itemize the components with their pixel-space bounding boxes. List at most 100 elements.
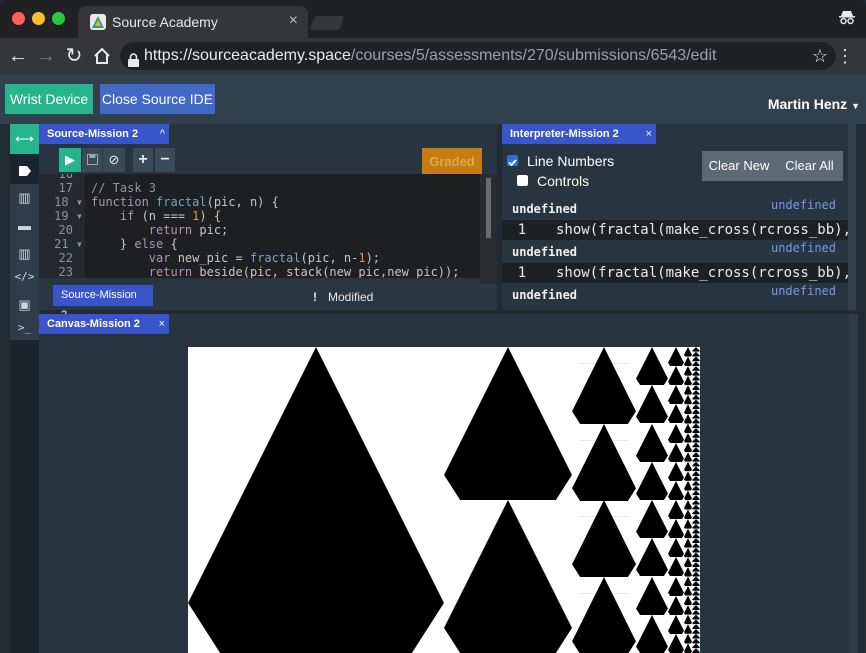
close-window-button[interactable] xyxy=(12,12,25,25)
map-icon[interactable]: ▥ xyxy=(10,184,39,212)
maximize-window-button[interactable] xyxy=(52,12,65,25)
fractal-tile xyxy=(692,629,700,634)
save-icon[interactable] xyxy=(82,148,102,172)
url-host: https://sourceacademy.space xyxy=(144,47,351,64)
expand-arrows-icon[interactable]: ⟷ xyxy=(10,124,39,154)
fractal-tile xyxy=(692,543,700,548)
code-editor[interactable]: 16 17 18 ▾ 19 ▾ 20 21 ▾ 22 23 // Task 3 function… xyxy=(39,174,480,278)
editor-panel: Source-Mission 2 ^ ▶ ⊘ + − Graded 16 17 18… xyxy=(39,124,497,321)
fractal-tile xyxy=(684,538,692,548)
user-name: Martin Henz xyxy=(767,96,848,112)
fractal-tile xyxy=(692,605,700,610)
code-line: // Task 3 xyxy=(91,181,157,195)
fractal-tile xyxy=(684,490,692,500)
terminal-icon[interactable]: >_ xyxy=(10,314,39,340)
code-lines: // Task 3 function fractal(pic, n) { if (… xyxy=(91,174,459,278)
chat-icon[interactable]: ▬ xyxy=(10,212,39,240)
repl-scrollbar[interactable] xyxy=(848,124,856,310)
tab-strip: Source Academy × xyxy=(0,0,866,38)
fractal-tile xyxy=(692,576,700,582)
fractal-tile xyxy=(692,643,700,649)
minus-button[interactable]: − xyxy=(155,148,175,172)
app-header: Wrist Device Close Source IDE Martin Hen… xyxy=(0,74,866,124)
editor-scroll-thumb[interactable] xyxy=(486,178,491,238)
browser-tab[interactable]: Source Academy × xyxy=(78,6,308,38)
fractal-tile xyxy=(692,557,700,563)
repl-result-value: undefined xyxy=(770,198,836,212)
line-number: 22 xyxy=(58,251,73,265)
fractal-tile xyxy=(692,581,700,587)
back-arrow-icon[interactable]: ← xyxy=(6,44,30,68)
minimize-window-button[interactable] xyxy=(32,12,45,25)
wrist-device-button[interactable]: Wrist Device xyxy=(5,84,93,114)
canvas-tab[interactable]: Canvas-Mission 2 × xyxy=(39,314,169,334)
fractal-tile xyxy=(684,366,692,376)
canvas-close-icon[interactable]: × xyxy=(159,314,165,334)
url-path: /courses/5/assessments/270/submissions/6… xyxy=(350,47,717,64)
collapse-icon[interactable]: ^ xyxy=(160,124,165,144)
repl-input-line: 1 show(fractal(make_cross(rcross_bb), xyxy=(502,263,848,283)
bookmark-star-icon[interactable]: ☆ xyxy=(812,42,828,70)
side-toolbar: ⟷ ▥ ▬ ▥ </> ▣ >_ xyxy=(10,124,39,653)
fractal-tile xyxy=(692,514,700,520)
tag-icon[interactable] xyxy=(10,157,39,185)
canvas-scrollbar[interactable] xyxy=(849,314,858,653)
close-source-ide-button[interactable]: Close Source IDE xyxy=(100,84,215,114)
fractal-tile xyxy=(692,351,700,357)
repl-input-line: 1 show(fractal(make_cross(rcross_bb), xyxy=(502,220,848,240)
line-number: 20 xyxy=(58,223,73,237)
canvas-panel: Canvas-Mission 2 × xyxy=(39,314,849,653)
address-bar[interactable]: https://sourceacademy.space/courses/5/as… xyxy=(120,42,836,70)
repl-tab[interactable]: Interpreter-Mission 2 × xyxy=(502,124,656,144)
fractal-tile xyxy=(692,476,700,481)
fractal-tile xyxy=(692,586,700,591)
fractal-tile xyxy=(684,347,692,357)
code-line: var new_pic = fractal(pic, n-1); xyxy=(148,251,381,265)
fractal-tile xyxy=(692,485,700,491)
plus-button[interactable]: + xyxy=(133,148,153,172)
source-academy-favicon-icon xyxy=(90,14,106,30)
clear-all-button[interactable]: Clear All xyxy=(776,151,843,181)
browser-menu-icon[interactable]: ⋮ xyxy=(836,44,854,68)
forward-arrow-icon[interactable]: → xyxy=(34,44,58,68)
fractal-tile xyxy=(692,509,700,515)
tab-close-icon[interactable]: × xyxy=(289,12,298,30)
fractal-tile xyxy=(692,423,700,429)
fractal-tile xyxy=(692,648,700,653)
browser-toolbar: ← → ↻ https://sourceacademy.space/course… xyxy=(0,38,866,74)
fractal-tile xyxy=(692,452,700,457)
run-button[interactable]: ▶ xyxy=(59,148,81,172)
line-numbers-checkbox[interactable] xyxy=(507,155,518,167)
fractal-tile xyxy=(684,633,692,644)
fractal-tile xyxy=(692,471,700,477)
editor-scrollbar[interactable] xyxy=(480,174,497,284)
reset-icon[interactable]: ⊘ xyxy=(103,148,125,172)
fractal-tile xyxy=(684,480,692,491)
new-tab-button[interactable] xyxy=(309,16,345,30)
fractal-tile xyxy=(684,566,692,577)
fractal-tile xyxy=(684,375,692,386)
user-menu[interactable]: Martin Henz ▼ xyxy=(768,96,860,112)
repl-close-icon[interactable]: × xyxy=(646,124,652,144)
fractal-tile xyxy=(692,566,700,572)
reload-icon[interactable]: ↻ xyxy=(62,44,86,68)
editor-tab-label: Source-Mission 2 xyxy=(47,128,139,140)
home-icon[interactable] xyxy=(90,44,114,68)
controls-checkbox[interactable] xyxy=(517,175,528,186)
fractal-tile xyxy=(692,394,700,400)
fractal-tile xyxy=(692,347,700,352)
fractal-tile xyxy=(684,586,692,596)
fractal-tile xyxy=(684,413,692,424)
fractal-tile xyxy=(692,619,700,625)
fractal-tile xyxy=(692,456,700,462)
fractal-tile xyxy=(692,495,700,500)
repl-output: undefined xyxy=(512,202,578,216)
clear-new-button[interactable]: Clear New xyxy=(702,151,776,181)
fractal-tile xyxy=(692,595,700,601)
browser-window: Source Academy × ← → ↻ https://sourceaca… xyxy=(0,0,866,653)
fractal-tile xyxy=(692,562,700,567)
code-icon[interactable]: </> xyxy=(10,263,39,291)
fractal-tile xyxy=(684,547,692,558)
repl-tab-label: Interpreter-Mission 2 xyxy=(510,128,619,140)
editor-tab[interactable]: Source-Mission 2 ^ xyxy=(39,124,169,144)
